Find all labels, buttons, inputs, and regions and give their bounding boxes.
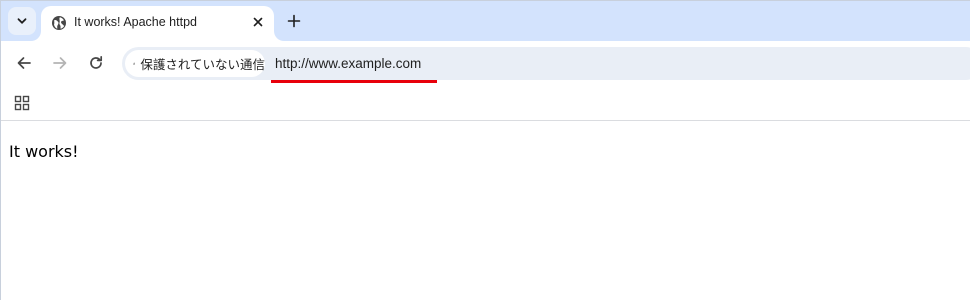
reload-button[interactable] [84, 51, 108, 75]
security-indicator-chip[interactable]: 保護されていない通信 [125, 50, 265, 77]
close-icon [253, 17, 263, 27]
back-button[interactable] [12, 51, 36, 75]
toolbar: 保護されていない通信 http://www.example.com [1, 41, 970, 86]
tab-active[interactable]: It works! Apache httpd [41, 6, 274, 41]
page-content: It works! [1, 122, 970, 300]
globe-icon [52, 16, 66, 30]
apps-button[interactable] [12, 93, 32, 113]
arrow-right-icon [53, 57, 67, 69]
security-label: 保護されていない通信 [140, 57, 265, 72]
apps-grid-icon [14, 95, 30, 111]
url-text[interactable]: http://www.example.com [275, 56, 421, 71]
warning-icon [133, 62, 136, 65]
page-text: It works! [9, 142, 79, 161]
tab-strip: It works! Apache httpd [1, 1, 970, 41]
browser-window: It works! Apache httpd 保護されていない通信 http:/… [0, 0, 970, 300]
tab-close-button[interactable] [249, 13, 267, 31]
address-bar[interactable]: 保護されていない通信 http://www.example.com [122, 47, 970, 80]
new-tab-button[interactable] [282, 9, 306, 33]
reload-icon [90, 55, 103, 69]
arrow-left-icon [17, 57, 31, 69]
forward-button[interactable] [48, 51, 72, 75]
bookmarks-bar [1, 86, 970, 121]
tab-title: It works! Apache httpd [74, 15, 197, 29]
url-highlight-underline [271, 80, 437, 83]
chevron-down-icon [17, 18, 27, 24]
plus-icon [287, 14, 301, 28]
